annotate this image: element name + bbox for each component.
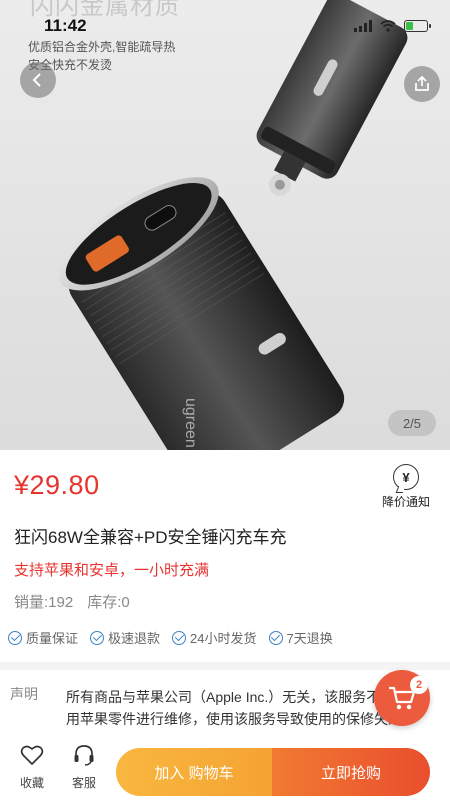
declaration-label: 声明 [10,686,38,702]
back-button[interactable] [20,62,56,98]
guarantee-label: 7天退换 [286,631,333,646]
favorite-label: 收藏 [19,776,44,790]
product-image-carousel[interactable]: ugreen 闪闪金属材质 11:42 优质铝合金外壳,智能疏导热 安全快充不发… [0,0,450,450]
status-bar-time: 11:42 [44,16,87,35]
wifi-icon [380,20,396,32]
heart-icon [20,745,44,765]
share-icon [415,75,429,91]
brand-logo: ugreen [182,398,199,448]
section-divider [0,662,450,670]
guarantee-item: 24小时发货 [172,628,257,647]
share-button[interactable] [404,66,440,102]
price-drop-notify-label: 降价通知 [381,495,430,509]
cellular-signal-icon [354,20,372,32]
guarantee-item: 7天退换 [268,628,333,647]
cart-count-badge: 2 [410,676,428,694]
headset-icon [74,745,94,766]
floating-cart-button[interactable]: 2 [374,670,430,726]
service-guarantees: 质量保证 极速退款 24小时发货 7天退换 [8,628,442,647]
guarantee-item: 质量保证 [8,628,78,647]
guarantee-label: 24小时发货 [190,631,257,646]
guarantee-item: 极速退款 [90,628,160,647]
product-price: ¥29.80 [14,470,100,500]
sales-stock-row: 销量:192 库存:0 [14,591,130,612]
customer-service-button[interactable]: 客服 [64,744,104,791]
check-circle-icon [90,630,105,645]
price-drop-notify-button[interactable]: ¥ 降价通知 [376,464,436,510]
buy-now-button[interactable]: 立即抢购 [272,748,430,796]
price-row: ¥29.80 ¥ 降价通知 [14,464,436,509]
status-bar-icons [354,20,431,32]
add-to-cart-button[interactable]: 加入 购物车 [116,748,272,796]
check-circle-icon [8,630,22,645]
favorite-button[interactable]: 收藏 [12,744,52,791]
product-title: 狂闪68W全兼容+PD安全锤闪充车充 [14,528,287,547]
guarantee-label: 质量保证 [26,631,79,646]
stock-count: 库存:0 [87,594,130,611]
declaration-text: 所有商品与苹果公司（Apple Inc.）无关，该服务不使用苹果零件进行维修，使… [66,689,402,727]
sales-count: 销量:192 [14,594,74,611]
check-circle-icon [172,630,187,645]
product-promo-text: 支持苹果和安卓，一小时充满 [14,562,210,579]
battery-icon [404,20,431,32]
bottom-action-bar: 收藏 客服 加入 购物车 立即抢购 [0,736,450,800]
image-overlay-line-1: 优质铝合金外壳,智能疏导热 [28,40,176,54]
guarantee-label: 极速退款 [108,631,161,646]
chevron-left-icon [32,73,41,87]
price-alert-icon: ¥ [393,464,419,490]
customer-service-label: 客服 [71,776,96,790]
image-counter: 2/5 [388,410,436,436]
check-circle-icon [268,630,283,645]
